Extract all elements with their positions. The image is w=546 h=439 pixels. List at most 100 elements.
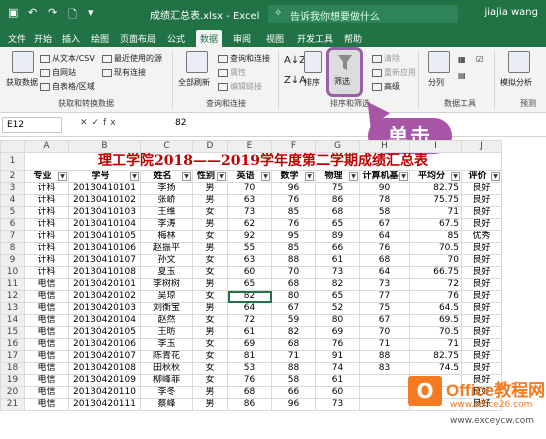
table-cell[interactable]: 20130410106 [68,242,141,255]
header-cell[interactable]: 姓名 ▼ [140,170,193,183]
table-cell[interactable]: 王维 [140,206,193,219]
formula-input[interactable]: 82 [175,118,186,128]
table-cell[interactable]: 20130410104 [68,218,141,231]
table-cell[interactable]: 68 [227,386,272,399]
table-cell[interactable]: 85 [271,242,316,255]
row-header[interactable]: 19 [0,374,25,387]
table-cell[interactable]: 66.75 [409,266,462,279]
table-cell[interactable]: 71 [359,338,410,351]
table-cell[interactable]: 男 [192,242,228,255]
customize-qat-icon[interactable]: ▾ [88,6,94,19]
table-cell[interactable]: 88 [271,362,316,375]
table-cell[interactable]: 女 [192,362,228,375]
table-cell[interactable]: 55 [227,242,272,255]
table-cell[interactable]: 男 [192,194,228,207]
sheet-title[interactable]: 理工学院2018——2019学年度第二学期成绩汇总表 [24,152,502,171]
column-header[interactable]: E [227,140,272,153]
table-cell[interactable]: 73 [315,398,360,411]
header-cell[interactable]: 平均分 ▼ [409,170,462,183]
table-cell[interactable]: 20130420103 [68,302,141,315]
table-cell[interactable]: 63 [227,254,272,267]
row-header[interactable]: 2 [0,170,25,183]
filter-dropdown-icon[interactable]: ▼ [182,172,191,181]
tab-review[interactable]: 审阅 [229,30,255,47]
remove-duplicates-icon[interactable]: ▤ [458,71,466,80]
row-header[interactable]: 6 [0,218,25,231]
table-cell[interactable]: 65 [315,218,360,231]
table-cell[interactable]: 73 [315,266,360,279]
save-icon[interactable]: ▣ [8,6,18,19]
table-cell[interactable]: 64 [227,302,272,315]
table-cell[interactable]: 电信 [24,278,69,291]
table-cell[interactable]: 男 [192,302,228,315]
column-header[interactable]: J [461,140,502,153]
column-header[interactable]: I [409,140,462,153]
tab-view[interactable]: 视图 [262,30,288,47]
column-header[interactable]: B [68,140,141,153]
table-cell[interactable]: 68 [315,206,360,219]
table-cell[interactable]: 电信 [24,398,69,411]
table-cell[interactable]: 68 [271,338,316,351]
table-cell[interactable]: 电信 [24,314,69,327]
table-cell[interactable]: 电信 [24,362,69,375]
table-cell[interactable]: 优秀 [461,230,502,243]
table-cell[interactable]: 67 [271,302,316,315]
table-cell[interactable]: 女 [192,290,228,303]
tell-me-search[interactable]: ✧ 告诉我你想要做什么 [268,5,458,23]
column-header[interactable]: F [271,140,316,153]
table-cell[interactable]: 70 [359,326,410,339]
table-cell[interactable]: 20130410102 [68,194,141,207]
table-cell[interactable]: 64.5 [409,302,462,315]
table-cell[interactable]: 20130420110 [68,386,141,399]
table-cell[interactable]: 20130420101 [68,278,141,291]
row-header[interactable]: 11 [0,278,25,291]
table-cell[interactable]: 良好 [461,242,502,255]
table-cell[interactable]: 68 [271,278,316,291]
table-cell[interactable]: 63 [227,194,272,207]
table-cell[interactable]: 76 [359,242,410,255]
table-cell[interactable]: 65 [227,278,272,291]
table-cell[interactable]: 计科 [24,194,69,207]
table-cell[interactable]: 女 [192,206,228,219]
table-cell[interactable]: 82 [271,326,316,339]
table-cell[interactable]: 60 [227,266,272,279]
table-cell[interactable]: 85 [409,230,462,243]
filter-dropdown-icon[interactable]: ▼ [451,172,460,181]
row-header[interactable]: 21 [0,398,25,411]
table-cell[interactable]: 60 [315,386,360,399]
row-header[interactable]: 16 [0,338,25,351]
table-cell[interactable]: 76 [409,290,462,303]
table-cell[interactable]: 58 [271,374,316,387]
table-cell[interactable]: 电信 [24,302,69,315]
table-cell[interactable]: 59 [271,314,316,327]
table-cell[interactable]: 男 [192,326,228,339]
row-header[interactable]: 9 [0,254,25,267]
table-cell[interactable]: 陈青花 [140,350,193,363]
table-cell[interactable]: 李玉 [140,338,193,351]
table-cell[interactable]: 85 [271,206,316,219]
table-cell[interactable]: 20130420102 [68,290,141,303]
filter-dropdown-icon[interactable]: ▼ [217,172,226,181]
row-header[interactable]: 10 [0,266,25,279]
table-cell[interactable]: 良好 [461,218,502,231]
table-cell[interactable]: 良好 [461,302,502,315]
table-cell[interactable]: 58 [359,206,410,219]
redo-icon[interactable]: ↷ [48,6,57,19]
select-all-corner[interactable] [0,140,25,153]
table-cell[interactable]: 男 [192,182,228,195]
table-cell[interactable]: 86 [315,194,360,207]
tab-file[interactable]: 文件 [4,30,30,47]
table-cell[interactable]: 刘衡宝 [140,302,193,315]
table-cell[interactable]: 电信 [24,386,69,399]
table-cell[interactable]: 梅林 [140,230,193,243]
edit-links-button[interactable]: 编辑链接 [218,81,262,92]
filter-button[interactable]: 筛选 [326,47,363,97]
advanced-button[interactable]: 高级 [372,81,400,92]
table-cell[interactable]: 76 [271,218,316,231]
table-cell[interactable]: 良好 [461,194,502,207]
table-cell[interactable]: 81 [227,350,272,363]
table-cell[interactable]: 20130420104 [68,314,141,327]
table-cell[interactable]: 20130410105 [68,230,141,243]
table-cell[interactable]: 20130420111 [68,398,141,411]
table-cell[interactable]: 李涛 [140,218,193,231]
